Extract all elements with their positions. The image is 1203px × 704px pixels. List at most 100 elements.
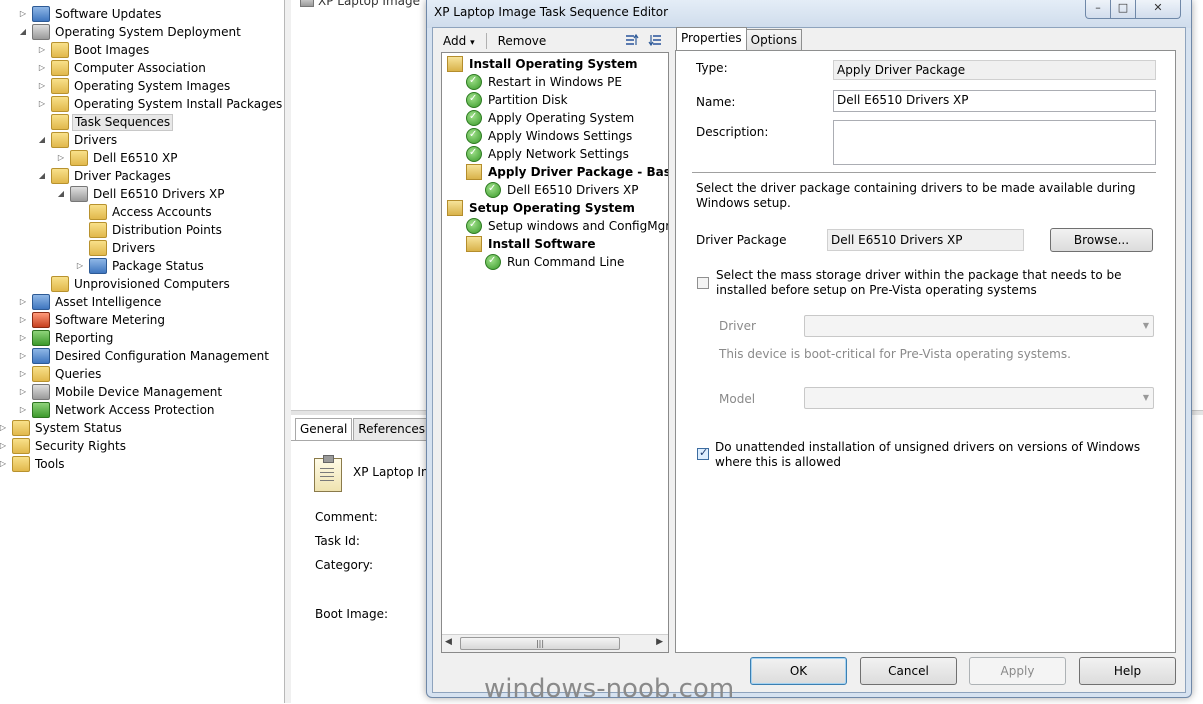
task-apply-network-settings[interactable]: Apply Network Settings [466,144,629,163]
expand-arrow-icon[interactable]: ▷ [18,401,28,419]
tab-properties[interactable]: Properties [676,27,747,50]
expand-arrow-icon[interactable]: ▷ [18,311,28,329]
tree-item-label: Access Accounts [112,205,212,219]
tree-item-dell-e6510-drivers-xp[interactable]: ◢ Dell E6510 Drivers XP [56,185,227,203]
tree-item-access-accounts[interactable]: Access Accounts [75,203,214,221]
collapse-arrow-icon[interactable]: ◢ [37,167,47,185]
expand-arrow-icon[interactable]: ▷ [0,437,8,455]
tree-item-package-drivers[interactable]: Drivers [75,239,157,257]
tab-references[interactable]: References [353,418,430,440]
expand-arrow-icon[interactable]: ▷ [18,5,28,23]
unattended-label: Do unattended installation of unsigned d… [715,440,1141,469]
tab-options[interactable]: Options [745,29,802,50]
expand-arrow-icon[interactable]: ▷ [56,149,66,167]
expand-arrow-icon[interactable]: ▷ [37,95,47,113]
tree-item-os-images[interactable]: ▷ Operating System Images [37,77,232,95]
expand-arrow-icon[interactable]: ▷ [18,347,28,365]
expand-arrow-icon[interactable]: ▷ [0,419,8,437]
tree-item-task-sequences[interactable]: Task Sequences [37,113,174,131]
ok-button[interactable]: OK [750,657,847,685]
tree-item-distribution-points[interactable]: Distribution Points [75,221,224,239]
task-apply-os[interactable]: Apply Operating System [466,108,634,127]
tree-item-mobile-device-management[interactable]: ▷ Mobile Device Management [18,383,224,401]
task-sequence-list-item[interactable]: XP Laptop Image [300,0,420,8]
tree-item-driver-packages[interactable]: ◢ Driver Packages [37,167,173,185]
task-run-command-line[interactable]: Run Command Line [485,252,624,271]
task-partition-disk[interactable]: Partition Disk [466,90,568,109]
description-field[interactable] [833,120,1156,165]
task-label: Dell E6510 Drivers XP [507,183,639,197]
expand-arrow-icon[interactable]: ▷ [75,257,85,275]
task-sequence-editor-dialog: XP Laptop Image Task Sequence Editor – □… [426,0,1192,698]
expand-arrow-icon[interactable]: ▷ [18,329,28,347]
task-sequence-tree[interactable]: Install Operating System Restart in Wind… [441,52,669,653]
expand-arrow-icon[interactable]: ▷ [18,383,28,401]
tree-item-security-rights[interactable]: ▷ Security Rights [0,437,128,455]
apply-button[interactable]: Apply [969,657,1066,685]
collapse-arrow-icon[interactable]: ◢ [56,185,66,203]
task-group-apply-driver-package[interactable]: Apply Driver Package - Based on [466,163,668,181]
horizontal-scrollbar[interactable]: ◀ ||| ▶ [442,634,668,652]
collapse-arrow-icon[interactable]: ◢ [37,131,47,149]
name-field[interactable]: Dell E6510 Drivers XP [833,90,1156,112]
close-button[interactable]: ✕ [1135,0,1181,19]
list-item-label: XP Laptop Image [318,0,420,8]
cancel-button[interactable]: Cancel [860,657,957,685]
task-restart-winpe[interactable]: Restart in Windows PE [466,72,622,91]
task-group-setup-os[interactable]: Setup Operating System [447,199,635,217]
task-group-install-os[interactable]: Install Operating System [447,55,637,73]
task-apply-windows-settings[interactable]: Apply Windows Settings [466,126,632,145]
collapse-arrow-icon[interactable]: ◢ [18,23,28,41]
tree-item-dell-e6510-xp[interactable]: ▷ Dell E6510 XP [56,149,180,167]
expand-arrow-icon[interactable]: ▷ [37,41,47,59]
tree-item-tools[interactable]: ▷ Tools [0,455,67,473]
scroll-right-icon[interactable]: ▶ [656,637,663,647]
expand-arrow-icon[interactable]: ▷ [18,293,28,311]
browse-button[interactable]: Browse... [1050,228,1153,252]
tree-item-computer-association[interactable]: ▷ Computer Association [37,59,208,77]
add-menu-button[interactable]: Add ▾ [436,30,482,52]
tree-item-network-access-protection[interactable]: ▷ Network Access Protection [18,401,217,419]
tree-item-software-metering[interactable]: ▷ Software Metering [18,311,167,329]
tree-item-package-status[interactable]: ▷ Package Status [75,257,206,275]
type-field: Apply Driver Package [833,60,1156,80]
dialog-title: XP Laptop Image Task Sequence Editor [434,5,669,19]
task-group-install-software[interactable]: Install Software [466,235,595,253]
chevron-down-icon: ▼ [1142,321,1149,330]
expand-arrow-icon[interactable]: ▷ [37,59,47,77]
driver-select[interactable]: ▼ [804,315,1154,337]
move-up-icon[interactable] [625,33,639,46]
tree-item-unprovisioned-computers[interactable]: Unprovisioned Computers [37,275,232,293]
task-setup-windows-configmgr[interactable]: Setup windows and ConfigMgr [466,216,668,235]
tree-item-system-status[interactable]: ▷ System Status [0,419,124,437]
help-button[interactable]: Help [1079,657,1176,685]
tree-item-reporting[interactable]: ▷ Reporting [18,329,115,347]
tree-item-software-updates[interactable]: ▷ Software Updates [18,5,163,23]
tree-item-os-install-packages[interactable]: ▷ Operating System Install Packages [37,95,284,113]
maximize-button[interactable]: □ [1110,0,1136,19]
move-down-icon[interactable] [648,33,662,46]
minimize-button[interactable]: – [1085,0,1111,19]
tree-item-os-deployment[interactable]: ◢ Operating System Deployment [18,23,243,41]
scroll-thumb[interactable]: ||| [460,637,620,650]
expand-arrow-icon[interactable]: ▷ [0,455,8,473]
scroll-left-icon[interactable]: ◀ [445,637,452,647]
driver-label: Driver [719,319,756,333]
check-icon [466,90,482,108]
tree-item-dcm[interactable]: ▷ Desired Configuration Management [18,347,271,365]
task-label: Restart in Windows PE [488,75,622,89]
model-select[interactable]: ▼ [804,387,1154,409]
expand-arrow-icon[interactable]: ▷ [37,77,47,95]
mass-storage-checkbox[interactable] [697,277,709,289]
dialog-titlebar[interactable]: XP Laptop Image Task Sequence Editor – □… [427,0,1191,28]
tree-item-drivers[interactable]: ◢ Drivers [37,131,119,149]
remove-button[interactable]: Remove [491,30,554,52]
unattended-checkbox[interactable] [697,446,709,460]
tree-item-asset-intelligence[interactable]: ▷ Asset Intelligence [18,293,163,311]
detail-tabs: General References [295,418,431,440]
tab-general[interactable]: General [295,418,353,440]
tree-item-queries[interactable]: ▷ Queries [18,365,103,383]
expand-arrow-icon[interactable]: ▷ [18,365,28,383]
tree-item-boot-images[interactable]: ▷ Boot Images [37,41,151,59]
task-dell-e6510-drivers-xp[interactable]: Dell E6510 Drivers XP [485,180,639,199]
